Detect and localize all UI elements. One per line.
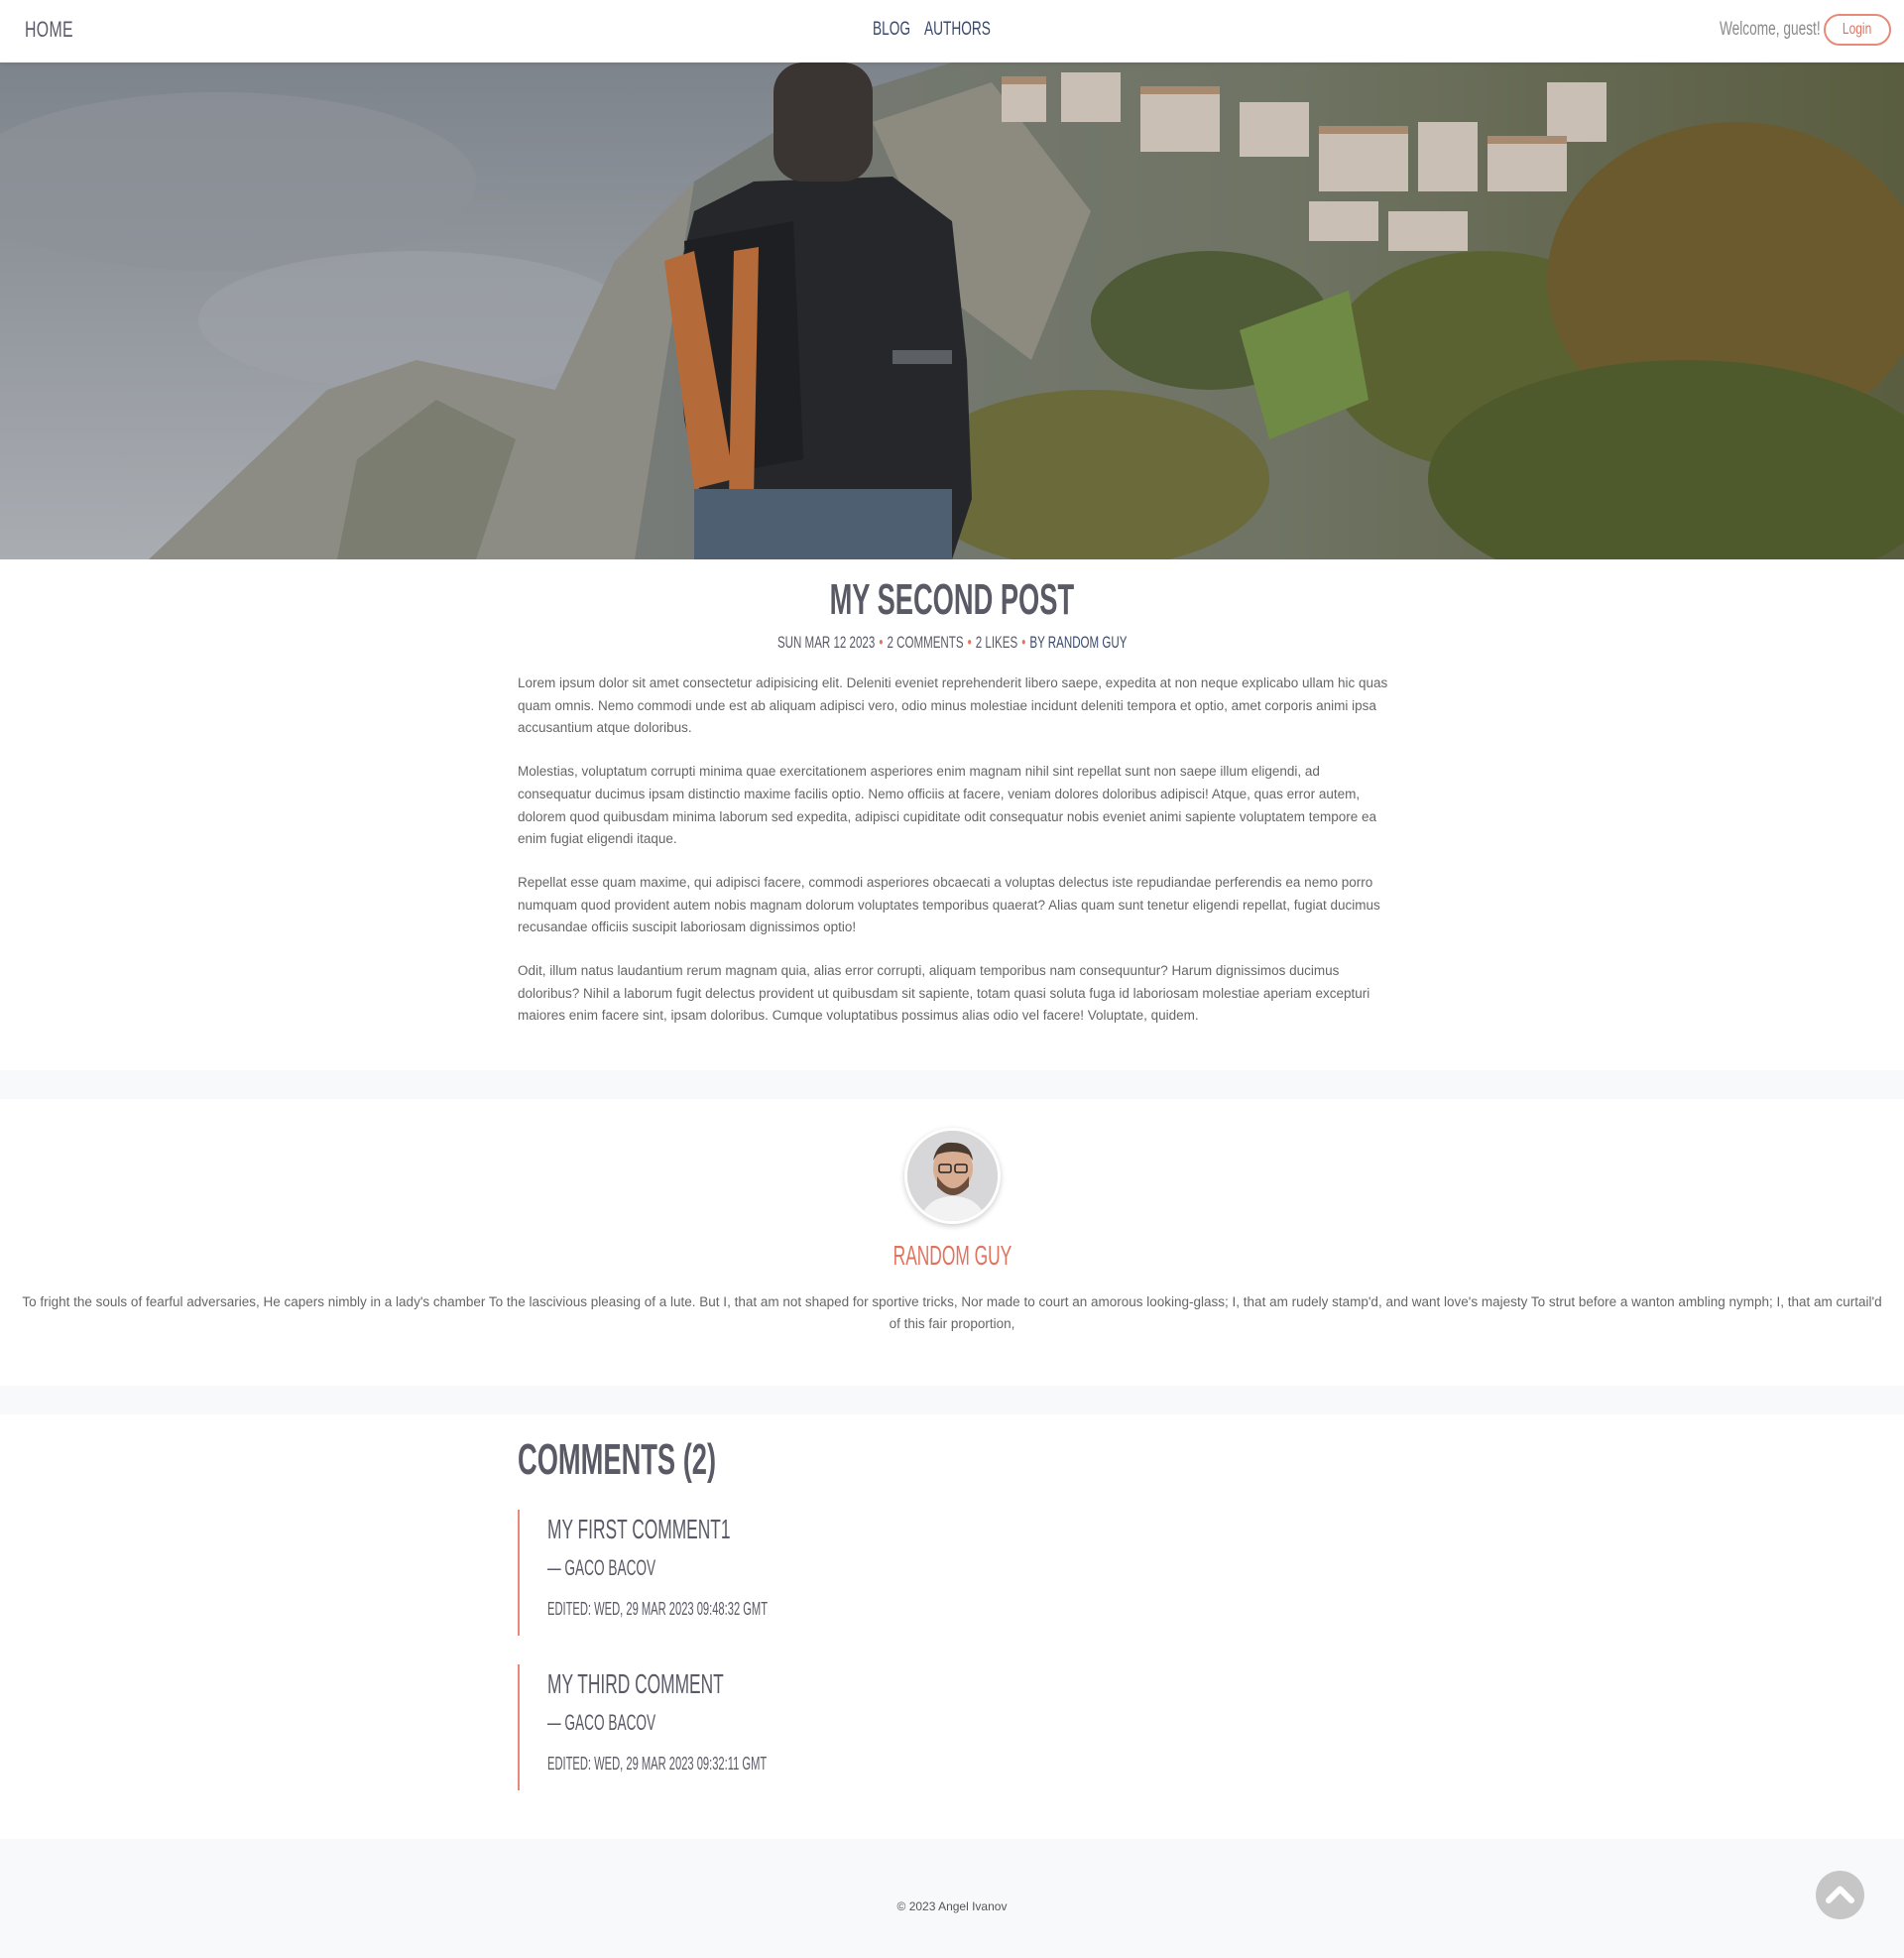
comment-text: My third comment — [547, 1668, 724, 1699]
post-title: My second post — [829, 575, 1075, 624]
section-divider — [0, 1070, 1904, 1099]
post-comments-count: 2 Comments — [887, 633, 964, 652]
post-date: Sun Mar 12 2023 — [776, 633, 876, 652]
section-divider — [0, 1386, 1904, 1414]
main-nav: BLOG AUTHORS — [873, 19, 991, 41]
login-button[interactable]: Login — [1824, 14, 1891, 46]
nav-blog-link[interactable]: BLOG — [873, 19, 910, 41]
post-body: Lorem ipsum dolor sit amet consectetur a… — [518, 673, 1390, 1048]
author-bio: To fright the souls of fearful adversari… — [22, 1294, 1882, 1331]
post-meta: Sun Mar 12 2023 • 2 Comments • 2 Likes • By Ra… — [0, 633, 1904, 653]
comment-item: My first comment1 — Gaco Bacov Edited: W… — [518, 1510, 1113, 1636]
meta-separator: • — [1021, 633, 1026, 652]
meta-separator: • — [879, 633, 884, 652]
comment-item: My third comment — Gaco Bacov Edited: We… — [518, 1664, 1113, 1790]
post-paragraph: Molestias, voluptatum corrupti minima qu… — [518, 764, 1377, 847]
meta-separator: • — [967, 633, 972, 652]
avatar-illustration — [907, 1131, 998, 1221]
comment-author: — Gaco Bacov — [547, 1710, 656, 1735]
hero-illustration — [0, 62, 1904, 559]
nav-home-link[interactable]: HOME — [25, 17, 73, 43]
post-likes-count: 2 Likes — [975, 633, 1017, 652]
nav-authors-link[interactable]: AUTHORS — [924, 19, 991, 41]
welcome-text: Welcome, guest! — [1720, 19, 1821, 40]
footer-copyright: © 2023 Angel Ivanov — [896, 1899, 1008, 1913]
footer: © 2023 Angel Ivanov — [0, 1839, 1904, 1958]
comment-text: My first comment1 — [547, 1514, 731, 1544]
author-name: Random Guy — [892, 1240, 1012, 1271]
post-author-link[interactable]: By Random Guy — [1029, 633, 1127, 652]
scroll-to-top-button[interactable] — [1816, 1871, 1864, 1919]
hero-image — [0, 62, 1904, 559]
chevron-up-icon — [1826, 1886, 1854, 1903]
comment-author: — Gaco Bacov — [547, 1555, 656, 1580]
comments-heading: Comments (2) — [518, 1435, 717, 1484]
top-navbar: HOME BLOG AUTHORS Welcome, guest! Login — [0, 0, 1904, 62]
comment-edited-date: Edited: Wed, 29 Mar 2023 09:32:11 GMT — [547, 1754, 768, 1774]
author-avatar — [904, 1128, 1001, 1224]
post-paragraph: Lorem ipsum dolor sit amet consectetur a… — [518, 675, 1388, 736]
comment-edited-date: Edited: Wed, 29 Mar 2023 09:48:32 GMT — [547, 1599, 769, 1619]
post-paragraph: Repellat esse quam maxime, qui adipisci … — [518, 874, 1380, 935]
post-paragraph: Odit, illum natus laudantium rerum magna… — [518, 963, 1370, 1024]
login-button-label: Login — [1843, 21, 1872, 38]
